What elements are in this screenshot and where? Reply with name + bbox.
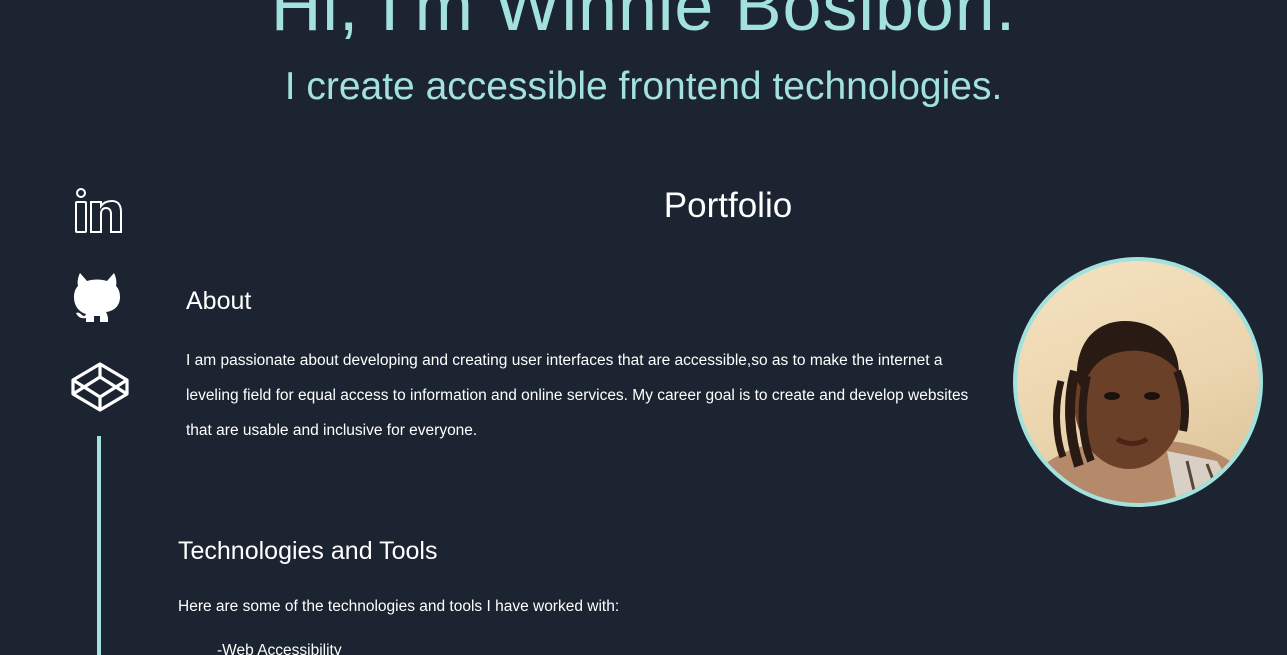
codepen-icon: [71, 362, 129, 412]
codepen-link[interactable]: [70, 361, 130, 413]
avatar: [1013, 257, 1263, 507]
linkedin-link[interactable]: [72, 187, 124, 235]
hero-title: Hi, I'm Winnie Bosibori.: [270, 0, 1017, 45]
profile-photo: [1017, 321, 1259, 503]
about-heading: About: [186, 287, 252, 315]
timeline-line: [97, 436, 101, 655]
github-icon: [74, 273, 120, 322]
technologies-list: -Web Accessibility: [217, 638, 342, 655]
about-text: I am passionate about developing and cre…: [186, 352, 969, 439]
technologies-intro: Here are some of the technologies and to…: [178, 598, 620, 615]
list-item: -Web Accessibility: [217, 642, 342, 655]
portfolio-title: Portfolio: [663, 186, 793, 225]
linkedin-icon: [75, 188, 122, 233]
github-link[interactable]: [72, 271, 122, 323]
technologies-heading: Technologies and Tools: [178, 537, 438, 565]
hero-subtitle: I create accessible frontend technologie…: [284, 65, 1003, 108]
